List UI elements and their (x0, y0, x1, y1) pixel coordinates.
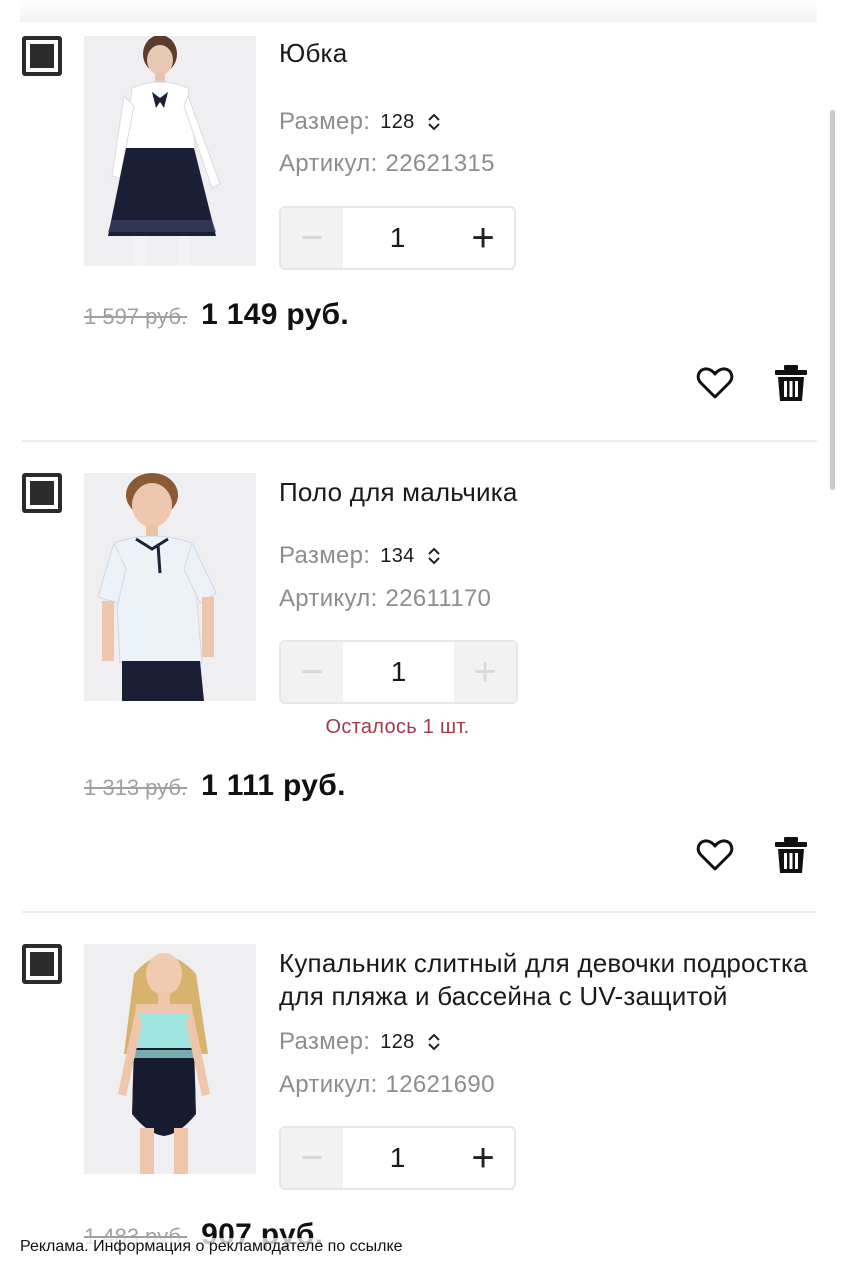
quantity-stepper: − 1 + (279, 640, 518, 704)
decrease-quantity-button[interactable]: − (281, 208, 343, 268)
polo-product-photo (84, 473, 256, 701)
increase-quantity-button[interactable]: + (454, 642, 516, 702)
article-value: 12621690 (385, 1071, 495, 1098)
size-selector[interactable]: Размер: 128 (279, 1028, 441, 1056)
cart-item: Купальник слитный для девочки подростка … (0, 913, 841, 1280)
price-block: 1 597 руб. 1 149 руб. (84, 298, 349, 332)
swimsuit-product-photo (84, 944, 256, 1174)
old-price: 1 313 руб. (84, 775, 188, 800)
article-number: Артикул: 22621315 (279, 150, 495, 178)
size-value: 128 (380, 1030, 415, 1053)
current-price: 1 149 руб. (201, 298, 350, 331)
size-label: Размер: (279, 1028, 371, 1055)
size-value: 134 (380, 544, 415, 567)
ad-disclaimer-link[interactable]: Реклама. Информация о рекламодателе по с… (20, 1238, 403, 1256)
cart-item: Юбка Размер: 128 Артикул: 22621315 − 1 +… (0, 0, 841, 442)
decrease-quantity-button[interactable]: − (281, 642, 343, 702)
size-selector[interactable]: Размер: 134 (279, 542, 441, 570)
quantity-value: 1 (389, 1142, 406, 1173)
product-image[interactable] (84, 36, 256, 266)
decrease-quantity-button[interactable]: − (281, 1128, 343, 1188)
cart-item: Поло для мальчика Размер: 134 Артикул: 2… (0, 442, 841, 913)
chevron-up-down-icon (427, 113, 440, 131)
article-label: Артикул: (279, 1071, 378, 1098)
product-image[interactable] (84, 473, 256, 701)
select-item-checkbox[interactable] (22, 473, 62, 513)
size-value: 128 (380, 110, 415, 133)
product-title[interactable]: Купальник слитный для девочки подростка … (279, 947, 815, 1013)
article-number: Артикул: 12621690 (279, 1071, 495, 1099)
product-title[interactable]: Юбка (279, 37, 815, 70)
article-value: 22611170 (385, 585, 492, 612)
size-selector[interactable]: Размер: 128 (279, 108, 441, 136)
article-value: 22621315 (385, 150, 495, 177)
article-number: Артикул: 22611170 (279, 585, 491, 613)
price-block: 1 313 руб. 1 111 руб. (84, 769, 346, 803)
quantity-value: 1 (390, 656, 407, 687)
select-item-checkbox[interactable] (22, 944, 62, 984)
article-label: Артикул: (279, 150, 378, 177)
quantity-value: 1 (389, 222, 406, 253)
article-label: Артикул: (279, 585, 378, 612)
heart-icon[interactable] (694, 362, 736, 404)
trash-icon[interactable] (770, 834, 812, 876)
stock-warning: Осталось 1 шт. (325, 716, 470, 738)
product-image[interactable] (84, 944, 256, 1174)
quantity-stepper: − 1 + (279, 206, 516, 270)
increase-quantity-button[interactable]: + (452, 1128, 514, 1188)
old-price: 1 597 руб. (84, 304, 188, 329)
heart-icon[interactable] (694, 834, 736, 876)
trash-icon[interactable] (770, 362, 812, 404)
skirt-product-photo (84, 36, 256, 266)
size-label: Размер: (279, 108, 371, 135)
cart-page: Юбка Размер: 128 Артикул: 22621315 − 1 +… (0, 0, 841, 1280)
size-label: Размер: (279, 542, 371, 569)
quantity-stepper: − 1 + (279, 1126, 516, 1190)
product-title[interactable]: Поло для мальчика (279, 476, 815, 509)
increase-quantity-button[interactable]: + (452, 208, 514, 268)
chevron-up-down-icon (427, 1033, 440, 1051)
select-item-checkbox[interactable] (22, 36, 62, 76)
chevron-up-down-icon (427, 547, 440, 565)
current-price: 1 111 руб. (201, 769, 346, 802)
